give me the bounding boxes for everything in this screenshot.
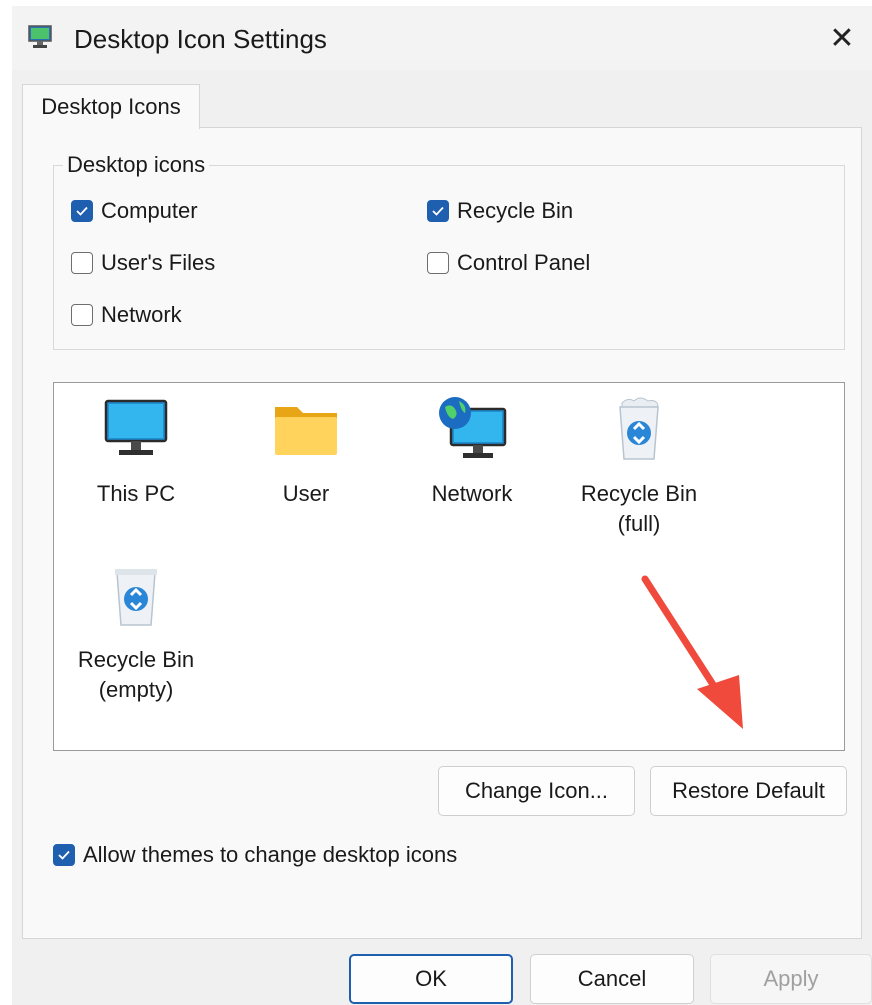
close-icon[interactable]: ✕ [822, 20, 862, 56]
icon-label-line2: (full) [617, 511, 661, 536]
checkbox-label: Recycle Bin [457, 198, 574, 223]
network-globe-icon [439, 397, 507, 458]
checkbox-unchecked-icon [71, 304, 93, 326]
monitor-icon [104, 399, 168, 455]
icon-item-recycle-bin-empty[interactable]: Recycle Bin (empty) [66, 561, 206, 705]
tab-panel: Desktop icons Computer Recycle Bin User'… [22, 127, 862, 939]
checkbox-recycle-bin[interactable]: Recycle Bin [427, 198, 573, 224]
ok-button[interactable]: OK [349, 954, 513, 1004]
checkbox-unchecked-icon [427, 252, 449, 274]
icon-item-network[interactable]: Network [402, 395, 542, 509]
icon-label-line1: Recycle Bin [580, 481, 698, 506]
icon-item-recycle-bin-full[interactable]: Recycle Bin (full) [569, 395, 709, 539]
checkbox-control-panel[interactable]: Control Panel [427, 250, 590, 276]
checkbox-label: Control Panel [457, 250, 591, 275]
apply-button[interactable]: Apply [710, 954, 872, 1004]
checkbox-computer[interactable]: Computer [71, 198, 198, 224]
restore-default-button[interactable]: Restore Default [650, 766, 847, 816]
window-title: Desktop Icon Settings [74, 24, 327, 54]
icon-label-line2: (empty) [98, 677, 174, 702]
checkbox-checked-icon [53, 844, 75, 866]
checkbox-label: User's Files [101, 250, 216, 275]
icon-item-this-pc[interactable]: This PC [66, 395, 206, 509]
checkbox-label: Computer [101, 198, 198, 223]
icon-label: This PC [96, 481, 176, 506]
tab-desktop-icons[interactable]: Desktop Icons [22, 84, 200, 129]
icon-label: User [282, 481, 330, 506]
checkbox-unchecked-icon [71, 252, 93, 274]
display-settings-icon [28, 25, 52, 48]
checkbox-label: Allow themes to change desktop icons [83, 842, 458, 867]
checkbox-allow-themes[interactable]: Allow themes to change desktop icons [53, 842, 457, 868]
checkbox-network[interactable]: Network [71, 302, 182, 328]
checkbox-users-files[interactable]: User's Files [71, 250, 215, 276]
icon-label-line1: Recycle Bin [77, 647, 195, 672]
checkbox-label: Network [101, 302, 182, 327]
title-bar: Desktop Icon Settings ✕ [12, 6, 872, 70]
cancel-button[interactable]: Cancel [530, 954, 694, 1004]
folder-icon [275, 407, 337, 455]
group-legend: Desktop icons [63, 152, 210, 178]
annotation-arrow-icon [641, 575, 743, 729]
icon-label: Network [431, 481, 513, 506]
change-icon-button[interactable]: Change Icon... [438, 766, 635, 816]
recycle-bin-full-icon [619, 397, 659, 460]
desktop-icon-settings-dialog: Desktop Icon Settings ✕ Desktop Icons De… [12, 6, 872, 1005]
icon-item-user[interactable]: User [236, 395, 376, 509]
checkbox-checked-icon [427, 200, 449, 222]
checkbox-checked-icon [71, 200, 93, 222]
recycle-bin-empty-icon [115, 569, 157, 626]
